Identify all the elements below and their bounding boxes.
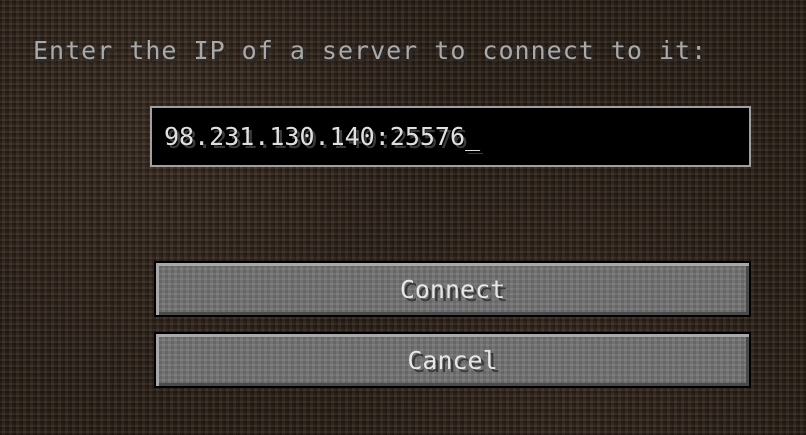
- server-ip-input[interactable]: 98.231.130.140:25576 _: [150, 106, 751, 167]
- connect-prompt-label: Enter the IP of a server to connect to i…: [33, 36, 708, 65]
- cancel-button-label: Cancel: [407, 345, 498, 375]
- server-ip-value: 98.231.130.140:25576: [164, 122, 466, 151]
- connect-button[interactable]: Connect: [154, 261, 751, 317]
- text-caret: _: [465, 122, 481, 151]
- cancel-button[interactable]: Cancel: [154, 332, 751, 388]
- connect-button-label: Connect: [399, 274, 506, 304]
